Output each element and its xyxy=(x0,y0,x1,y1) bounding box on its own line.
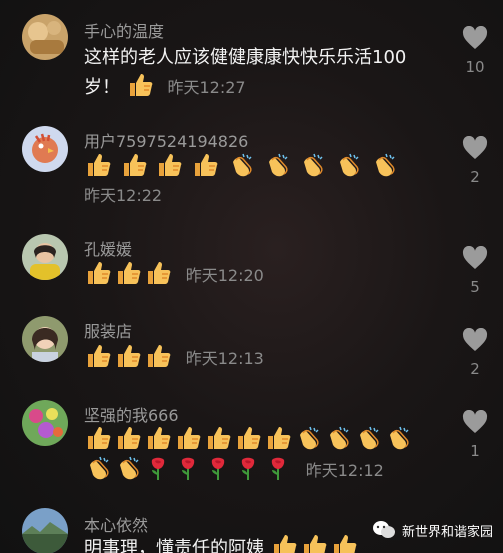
clap-emoji-icon xyxy=(84,455,112,481)
thumbs-up-emoji-icon xyxy=(204,425,232,451)
clap-emoji-icon xyxy=(384,425,412,451)
thumbs-up-emoji-icon xyxy=(114,343,142,369)
like-button[interactable]: 10 xyxy=(458,26,492,76)
rose-emoji-icon xyxy=(234,455,262,481)
clap-emoji-icon xyxy=(370,152,398,178)
thumbs-up-emoji-icon xyxy=(114,260,142,286)
heart-icon xyxy=(462,410,488,433)
clap-emoji-icon xyxy=(294,425,322,451)
like-count: 2 xyxy=(470,168,480,186)
comment-time: 昨天12:20 xyxy=(185,266,264,285)
comment-body: 昨天12:22 xyxy=(84,152,429,210)
thumbs-up-emoji-icon xyxy=(191,152,219,178)
comment-username[interactable]: 坚强的我666 xyxy=(84,402,179,426)
clap-emoji-icon xyxy=(114,455,142,481)
thumbs-up-emoji-icon xyxy=(84,343,112,369)
comment-body: 昨天12:13 xyxy=(84,343,429,373)
watermark: 新世界和谐家园 xyxy=(372,519,493,541)
heart-icon xyxy=(462,246,488,269)
comment-username[interactable]: 服装店 xyxy=(84,318,132,342)
rose-emoji-icon xyxy=(174,455,202,481)
clap-emoji-icon xyxy=(263,152,291,178)
user-avatar[interactable] xyxy=(22,126,68,172)
comment-body: 昨天12:12 xyxy=(84,425,429,485)
thumbs-up-emoji-icon xyxy=(144,343,172,369)
thumbs-up-emoji-icon xyxy=(264,425,292,451)
like-count: 10 xyxy=(465,58,485,76)
thumbs-up-emoji-icon xyxy=(120,152,148,178)
thumbs-up-emoji-icon xyxy=(155,152,183,178)
like-button[interactable]: 2 xyxy=(458,328,492,378)
like-button[interactable]: 5 xyxy=(458,246,492,296)
thumbs-up-emoji-icon xyxy=(144,260,172,286)
thumbs-up-emoji-icon xyxy=(234,425,262,451)
heart-icon xyxy=(462,328,488,351)
comment-username[interactable]: 手心的温度 xyxy=(84,18,164,42)
heart-icon xyxy=(462,136,488,159)
clap-emoji-icon xyxy=(334,152,362,178)
clap-emoji-icon xyxy=(298,152,326,178)
comment-body: 昨天12:20 xyxy=(84,260,429,290)
user-avatar[interactable] xyxy=(22,234,68,280)
thumbs-up-emoji-icon xyxy=(84,152,112,178)
user-avatar[interactable] xyxy=(22,508,68,553)
user-avatar[interactable] xyxy=(22,316,68,362)
emoji-row xyxy=(84,152,429,182)
clap-emoji-icon xyxy=(354,425,382,451)
thumbs-up-emoji-icon xyxy=(174,425,202,451)
like-button[interactable]: 2 xyxy=(458,136,492,186)
thumbs-up-emoji-icon xyxy=(144,425,172,451)
clap-emoji-icon xyxy=(227,152,255,178)
thumbs-up-emoji-icon xyxy=(114,425,142,451)
like-button[interactable]: 1 xyxy=(458,410,492,460)
rose-emoji-icon xyxy=(264,455,292,481)
like-count: 2 xyxy=(470,360,480,378)
comment-body: 这样的老人应该健健康康快快乐乐活100岁！ 昨天12:27 xyxy=(84,44,429,102)
comment-list-screen: 手心的温度 这样的老人应该健健康康快快乐乐活100岁！ 昨天12:27 10 用… xyxy=(0,0,503,553)
emoji-row: 昨天12:12 xyxy=(84,455,429,485)
comment-username[interactable]: 孔媛媛 xyxy=(84,236,132,260)
thumbs-up-emoji-icon xyxy=(330,533,358,553)
like-count: 5 xyxy=(470,278,480,296)
wechat-logo-icon xyxy=(372,519,396,541)
watermark-label: 新世界和谐家园 xyxy=(401,524,493,540)
thumbs-up-emoji-icon xyxy=(84,425,112,451)
thumbs-up-emoji-icon xyxy=(126,72,154,98)
comment-username[interactable]: 用户7597524194826 xyxy=(84,128,248,152)
comment-time: 昨天12:12 xyxy=(305,461,384,480)
thumbs-up-emoji-icon xyxy=(270,533,298,553)
heart-icon xyxy=(462,26,488,49)
like-count: 1 xyxy=(470,442,480,460)
comment-text: 明事理，懂责任的阿姨 xyxy=(84,538,264,553)
thumbs-up-emoji-icon xyxy=(84,260,112,286)
comment-time: 昨天12:22 xyxy=(84,186,163,205)
user-avatar[interactable] xyxy=(22,400,68,446)
rose-emoji-icon xyxy=(144,455,172,481)
thumbs-up-emoji-icon xyxy=(300,533,328,553)
user-avatar[interactable] xyxy=(22,14,68,60)
clap-emoji-icon xyxy=(324,425,352,451)
emoji-row xyxy=(84,425,429,455)
rose-emoji-icon xyxy=(204,455,232,481)
comment-time: 昨天12:27 xyxy=(167,78,246,97)
comment-time: 昨天12:13 xyxy=(185,349,264,368)
